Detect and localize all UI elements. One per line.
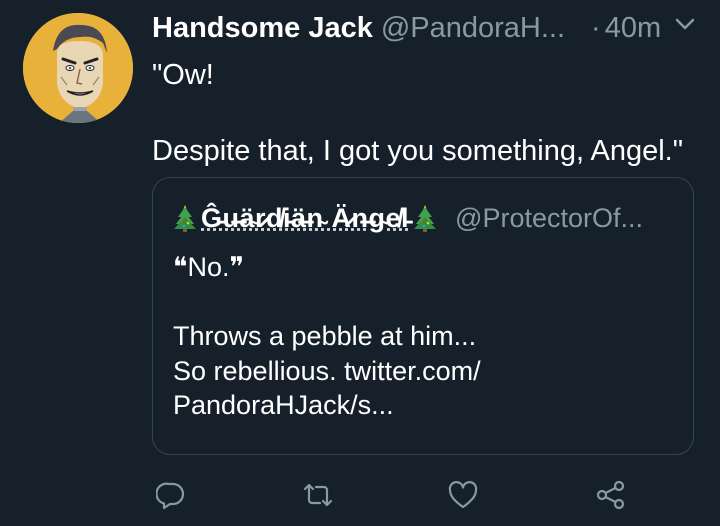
quoted-author-handle[interactable]: @ProtectorOf...: [455, 203, 643, 234]
quoted-tweet-header: Ĝ̵u̶ä̴r̷d̸i̵ä̶n̴ Ä̷n̶g̴e̸l̵ @ProtectorOf…: [173, 198, 683, 238]
quoted-tweet-text: ❝No.❞ Throws a pebble at him... So rebel…: [173, 252, 481, 420]
christmas-tree-icon: [414, 205, 437, 232]
retweet-icon[interactable]: [302, 480, 334, 515]
tweet-header: Handsome Jack @PandoraH... · 40m: [152, 10, 702, 46]
quoted-tweet[interactable]: Ĝ̵u̶ä̴r̷d̸i̵ä̶n̴ Ä̷n̶g̴e̸l̵ @ProtectorOf…: [152, 177, 694, 455]
timestamp[interactable]: 40m: [605, 12, 661, 45]
quoted-author-display-name[interactable]: Ĝ̵u̶ä̴r̷d̸i̵ä̶n̴ Ä̷n̶g̴e̸l̵: [201, 203, 409, 234]
author-handle[interactable]: @PandoraH...: [381, 12, 565, 45]
action-bar: [0, 480, 720, 510]
like-icon[interactable]: [447, 480, 479, 515]
reply-icon[interactable]: [155, 480, 186, 515]
share-icon[interactable]: [595, 480, 627, 515]
tweet[interactable]: Handsome Jack @PandoraH... · 40m "Ow! De…: [0, 0, 720, 526]
avatar[interactable]: [23, 13, 133, 123]
christmas-tree-icon: [174, 205, 196, 232]
separator-dot: ·: [591, 11, 601, 44]
tweet-text: "Ow! Despite that, I got you something, …: [152, 59, 684, 167]
chevron-down-icon[interactable]: [672, 11, 698, 42]
author-display-name[interactable]: Handsome Jack: [152, 12, 373, 45]
